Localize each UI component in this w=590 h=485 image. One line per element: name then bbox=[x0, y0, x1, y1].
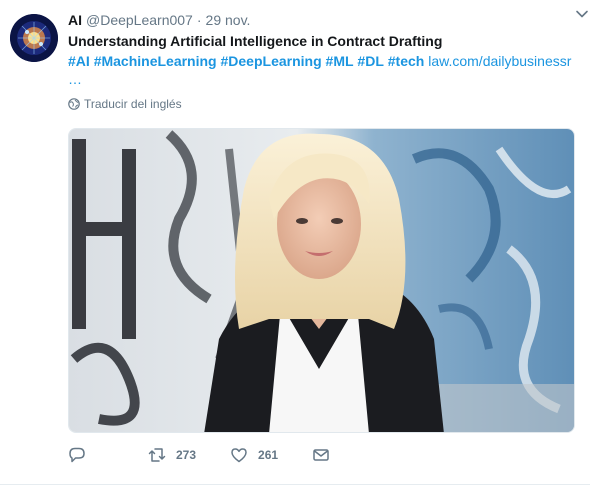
avatar[interactable] bbox=[10, 14, 58, 62]
action-bar: 273 261 bbox=[68, 444, 374, 466]
envelope-icon bbox=[313, 449, 329, 461]
reply-button[interactable] bbox=[68, 444, 96, 466]
reply-icon bbox=[69, 447, 85, 463]
separator-dot: · bbox=[196, 12, 202, 28]
chevron-down-icon[interactable] bbox=[574, 6, 590, 22]
translate-link[interactable]: Traducir del inglés bbox=[68, 97, 573, 111]
hashtag-dl[interactable]: #DL bbox=[357, 53, 383, 69]
retweet-button[interactable]: 273 bbox=[148, 444, 196, 466]
hashtag-machinelearning[interactable]: #MachineLearning bbox=[94, 53, 217, 69]
hashtag-deeplearning[interactable]: #DeepLearning bbox=[221, 53, 322, 69]
translate-label: Traducir del inglés bbox=[84, 97, 182, 111]
article-link[interactable]: law.com/dailybusinessr bbox=[428, 53, 571, 69]
hashtag-ai[interactable]: #AI bbox=[68, 53, 90, 69]
like-button[interactable]: 261 bbox=[230, 444, 278, 466]
direct-message-button[interactable] bbox=[312, 444, 340, 466]
tweet-photo[interactable] bbox=[68, 128, 575, 433]
like-count: 261 bbox=[258, 448, 279, 462]
heart-icon bbox=[231, 448, 247, 463]
user-handle[interactable]: @DeepLearn007 bbox=[86, 10, 193, 30]
hashtag-line: #AI #MachineLearning #DeepLearning #ML #… bbox=[68, 51, 573, 71]
tweet-text: Understanding Artificial Intelligence in… bbox=[68, 31, 573, 87]
retweet-icon bbox=[148, 448, 166, 462]
text-ellipsis: … bbox=[68, 71, 82, 87]
hashtag-tech[interactable]: #tech bbox=[388, 53, 425, 69]
retweet-count: 273 bbox=[176, 448, 197, 462]
tweet-timestamp[interactable]: 29 nov. bbox=[206, 10, 251, 30]
globe-icon bbox=[68, 98, 80, 110]
hashtag-ml[interactable]: #ML bbox=[326, 53, 354, 69]
tweet-card[interactable]: AI @DeepLearn007 · 29 nov. Understanding… bbox=[0, 0, 590, 485]
tweet-title: Understanding Artificial Intelligence in… bbox=[68, 33, 443, 49]
display-name[interactable]: AI bbox=[68, 10, 82, 30]
